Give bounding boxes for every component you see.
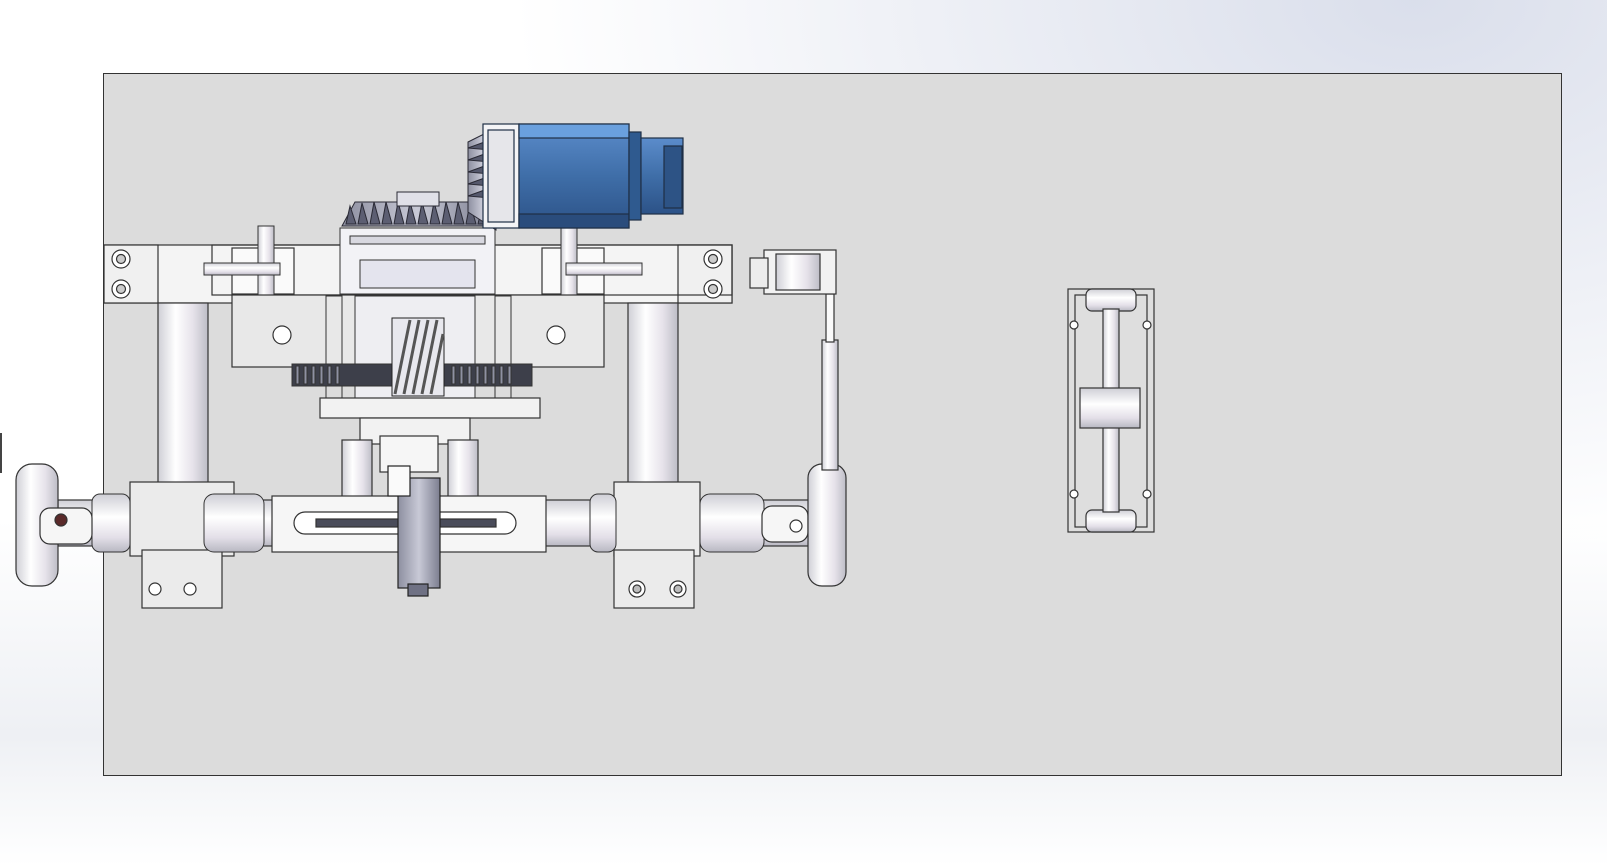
cad-graphics-viewport[interactable] [0,0,1607,866]
idler-bracket-assembly [1067,288,1155,533]
assembly-drawing [15,123,1155,609]
pillow-block-right [613,481,701,609]
servo-motor [482,123,684,229]
left-t-handle [15,463,93,587]
helical-gear [391,317,445,397]
right-lever-assembly [749,249,847,587]
